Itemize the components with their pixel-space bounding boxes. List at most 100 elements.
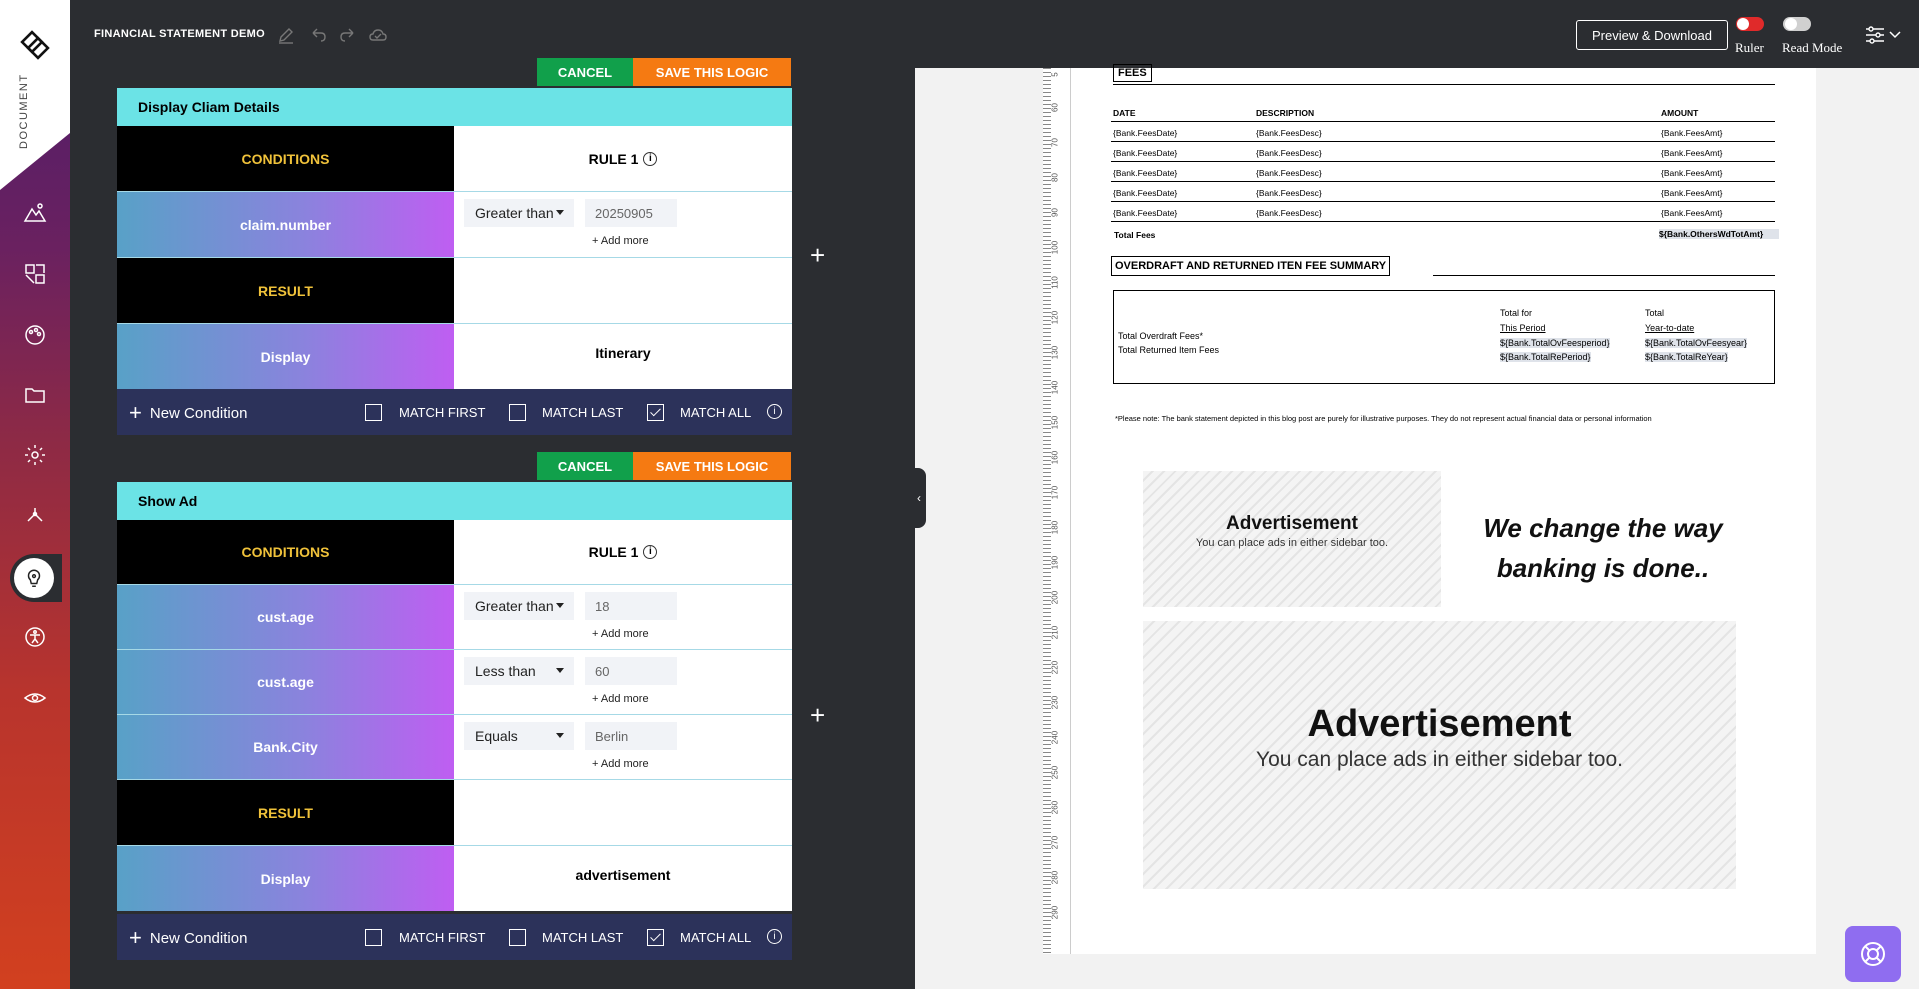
ruler-number: 5 xyxy=(1050,72,1060,77)
operator-select[interactable]: Less than xyxy=(464,657,574,685)
ad-title: Advertisement xyxy=(1226,513,1358,534)
od-col1-value2: ${Bank.TotalRePeriod} xyxy=(1500,352,1591,362)
info-icon[interactable]: i xyxy=(643,151,658,166)
match-last-checkbox[interactable] xyxy=(509,929,526,946)
operator-value: Greater than xyxy=(475,205,554,221)
operator-value: Equals xyxy=(475,728,518,744)
save-logic-button[interactable]: SAVE THIS LOGIC xyxy=(633,58,791,86)
od-col1-subheading: This Period xyxy=(1500,323,1546,333)
gear-icon[interactable] xyxy=(20,440,50,470)
fees-divider xyxy=(1113,84,1775,85)
top-bar: FINANCIAL STATEMENT DEMO Preview & Downl… xyxy=(70,0,1919,68)
operator-select[interactable]: Greater than xyxy=(464,199,574,227)
ruler-number: 270 xyxy=(1050,835,1060,850)
mountain-icon[interactable] xyxy=(20,198,50,228)
chevron-down-icon[interactable] xyxy=(1889,30,1901,40)
sliders-icon[interactable] xyxy=(1864,24,1886,46)
overdraft-divider xyxy=(1433,275,1775,276)
condition-value-input[interactable]: 60 xyxy=(585,657,677,685)
rule-title: RULE 1 i xyxy=(454,126,792,191)
help-lifebuoy-button[interactable] xyxy=(1845,926,1901,982)
disclaimer-note: *Please note: The bank statement depicte… xyxy=(1115,414,1652,423)
lightbulb-icon[interactable] xyxy=(14,558,54,598)
ruler-number: 120 xyxy=(1050,310,1060,325)
ruler-label: Ruler xyxy=(1735,40,1764,55)
add-more-link[interactable]: + Add more xyxy=(592,628,649,640)
conditions-label: CONDITIONS xyxy=(117,520,454,584)
info-icon[interactable]: i xyxy=(767,929,782,944)
undo-icon[interactable] xyxy=(308,25,328,45)
match-all-label: MATCH ALL xyxy=(680,405,752,420)
result-value[interactable]: Itinerary xyxy=(454,324,792,389)
add-more-link[interactable]: + Add more xyxy=(592,235,649,247)
network-icon[interactable] xyxy=(20,500,50,530)
add-more-link[interactable]: + Add more xyxy=(592,758,649,770)
new-condition-button[interactable]: + New Condition xyxy=(129,927,247,949)
new-condition-button[interactable]: + New Condition xyxy=(129,402,247,424)
redo-icon[interactable] xyxy=(338,25,358,45)
shapes-icon[interactable] xyxy=(20,259,50,289)
ruler-toggle[interactable] xyxy=(1736,17,1764,31)
save-logic-button[interactable]: SAVE THIS LOGIC xyxy=(633,452,791,480)
add-rule-plus-icon[interactable]: + xyxy=(810,700,825,731)
read-mode-label: Read Mode xyxy=(1782,40,1843,55)
overdraft-summary-box: Total Overdraft Fees* Total Returned Ite… xyxy=(1113,290,1775,384)
eye-icon[interactable] xyxy=(20,683,50,713)
ruler-number: 160 xyxy=(1050,450,1060,465)
palette-icon[interactable] xyxy=(20,320,50,350)
accessibility-icon[interactable] xyxy=(20,622,50,652)
cell-date: {Bank.FeesDate} xyxy=(1113,168,1178,178)
preview-download-button[interactable]: Preview & Download xyxy=(1576,20,1728,50)
od-col2-heading: Total xyxy=(1645,308,1665,318)
logic-card-show-ad: Show Ad CONDITIONS RULE 1 i cust.age Gre… xyxy=(117,482,792,911)
fees-table: DATE DESCRIPTION AMOUNT {Bank.FeesDate} … xyxy=(1111,102,1775,222)
folder-icon[interactable] xyxy=(20,380,50,410)
ruler-number: 170 xyxy=(1050,485,1060,500)
advertisement-large[interactable]: Advertisement You can place ads in eithe… xyxy=(1143,621,1736,889)
result-label: RESULT xyxy=(117,258,454,323)
operator-select[interactable]: Equals xyxy=(464,722,574,750)
match-first-checkbox[interactable] xyxy=(365,929,382,946)
match-all-checkbox[interactable] xyxy=(647,929,664,946)
condition-value-input[interactable]: Berlin xyxy=(585,722,677,750)
condition-value-input[interactable]: 20250905 xyxy=(585,199,677,227)
cloud-saved-icon[interactable] xyxy=(368,25,388,45)
ruler-number: 180 xyxy=(1050,520,1060,535)
cell-amount: {Bank.FeesAmt} xyxy=(1661,128,1723,138)
condition-value-input[interactable]: 18 xyxy=(585,592,677,620)
table-row: {Bank.FeesDate} {Bank.FeesDesc} {Bank.Fe… xyxy=(1111,202,1775,222)
result-label: RESULT xyxy=(117,780,454,845)
match-last-checkbox[interactable] xyxy=(509,404,526,421)
info-icon[interactable]: i xyxy=(643,545,658,559)
rule-title: RULE 1 i xyxy=(454,520,792,584)
add-more-link[interactable]: + Add more xyxy=(592,693,649,705)
cell-description: {Bank.FeesDesc} xyxy=(1256,128,1322,138)
cell-date: {Bank.FeesDate} xyxy=(1113,128,1178,138)
cell-description: {Bank.FeesDesc} xyxy=(1256,148,1322,158)
info-icon[interactable]: i xyxy=(767,404,782,419)
match-first-checkbox[interactable] xyxy=(365,404,382,421)
ruler-number: 110 xyxy=(1050,276,1060,289)
add-rule-plus-icon[interactable]: + xyxy=(810,240,825,271)
ruler-number: 230 xyxy=(1050,695,1060,710)
read-mode-toggle[interactable] xyxy=(1783,17,1811,31)
new-condition-label: New Condition xyxy=(149,929,248,947)
logic-footer: + New Condition MATCH FIRST MATCH LAST MA… xyxy=(117,914,792,960)
match-first-label: MATCH FIRST xyxy=(399,930,486,945)
operator-select[interactable]: Greater than xyxy=(464,592,574,620)
cancel-button[interactable]: CANCEL xyxy=(537,452,633,480)
result-action: Display xyxy=(117,324,454,389)
result-value[interactable]: advertisement xyxy=(454,846,792,911)
collapse-panel-handle[interactable]: ‹ xyxy=(912,468,926,528)
document-title: FINANCIAL STATEMENT DEMO xyxy=(94,28,265,40)
chevron-left-icon: ‹ xyxy=(917,491,921,505)
sidebar-document-label: DOCUMENT xyxy=(18,73,30,149)
edit-pencil-icon[interactable] xyxy=(276,25,296,45)
cancel-button[interactable]: CANCEL xyxy=(537,58,633,86)
ad-subtitle: You can place ads in either sidebar too. xyxy=(1256,748,1623,771)
cell-amount: {Bank.FeesAmt} xyxy=(1661,148,1723,158)
logic-title: Display Cliam Details xyxy=(117,88,792,126)
advertisement-small[interactable]: Advertisement You can place ads in eithe… xyxy=(1143,471,1441,607)
match-all-checkbox[interactable] xyxy=(647,404,664,421)
app-logo-icon xyxy=(20,30,50,60)
